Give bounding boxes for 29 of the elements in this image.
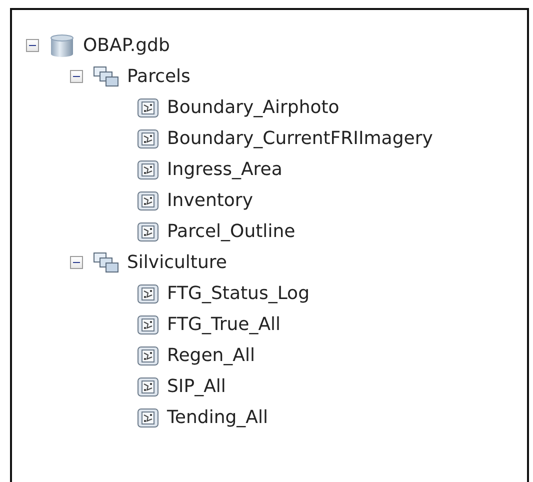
feature-class-icon (137, 376, 159, 396)
tree-item-label[interactable]: FTG_True_All (167, 314, 281, 335)
tree-item-label[interactable]: FTG_Status_Log (167, 283, 310, 304)
feature-class-icon (137, 314, 159, 334)
stacked-windows-icon (93, 252, 119, 274)
collapse-icon[interactable] (70, 256, 83, 269)
feature-class-icon (137, 222, 159, 242)
tree-item-label[interactable]: Regen_All (167, 345, 255, 366)
tree-item-label[interactable]: Ingress_Area (167, 159, 282, 180)
feature-class-icon (137, 98, 159, 118)
database-icon (49, 34, 75, 58)
tree-item-label[interactable]: Parcel_Outline (167, 221, 296, 242)
collapse-icon[interactable] (70, 70, 83, 83)
stacked-windows-icon (93, 66, 119, 88)
tree-item-label[interactable]: Boundary_Airphoto (167, 97, 340, 118)
feature-class-icon (137, 160, 159, 180)
tree-item-label[interactable]: SIP_All (167, 376, 226, 397)
tree-item-label[interactable]: Boundary_CurrentFRIImagery (167, 128, 433, 149)
collapse-icon[interactable] (26, 39, 39, 52)
feature-class-icon (137, 284, 159, 304)
feature-class-icon (137, 128, 159, 148)
tree-item-label[interactable]: Tending_All (167, 407, 268, 428)
feature-class-icon (137, 408, 159, 428)
tree-item-label[interactable]: Silviculture (127, 252, 227, 273)
feature-class-icon (137, 346, 159, 366)
tree-item-label[interactable]: OBAP.gdb (83, 35, 170, 56)
feature-class-icon (137, 190, 159, 210)
tree-item-label[interactable]: Parcels (127, 66, 190, 87)
tree-item-label[interactable]: Inventory (167, 190, 253, 211)
